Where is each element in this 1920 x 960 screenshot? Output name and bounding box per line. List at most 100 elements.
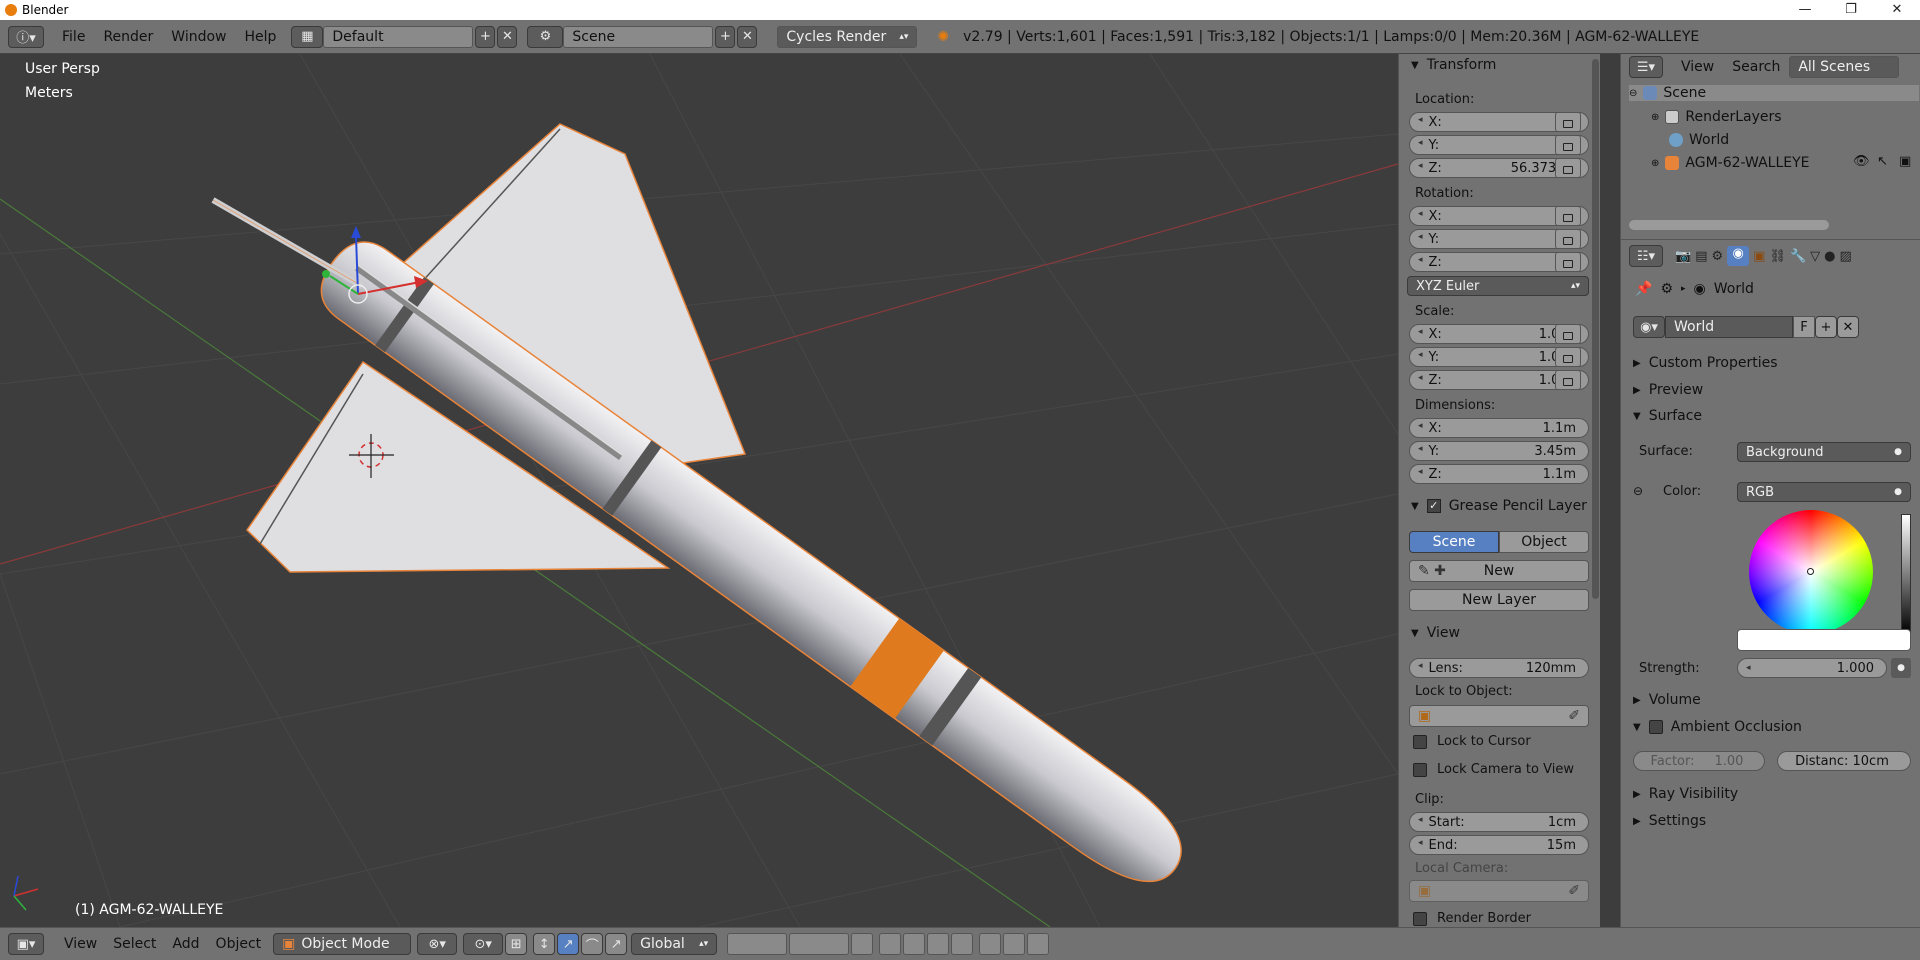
world-browse-icon[interactable]: ◉▾ (1633, 316, 1665, 338)
dimensions-z-field[interactable]: ◂ Z: 1.1m (1409, 464, 1589, 484)
checkmark-icon[interactable]: ✓ (1426, 499, 1441, 513)
lock-icon[interactable] (1555, 347, 1581, 367)
remove-scene-icon[interactable]: ✕ (737, 25, 758, 48)
add-layout-icon[interactable]: + (475, 25, 496, 48)
snap-magnet-icon[interactable] (903, 933, 926, 955)
rotation-mode-select[interactable]: XYZ Euler ▴▾ (1407, 276, 1589, 296)
lock-icon[interactable] (1555, 229, 1581, 249)
ambient-occlusion-header[interactable]: ▼ Ambient Occlusion (1633, 719, 1802, 735)
editor-type-info-icon[interactable]: ⓘ▾ (8, 25, 44, 48)
color-wheel[interactable] (1749, 510, 1873, 634)
scene-tab-icon[interactable]: ⚙ (1711, 249, 1723, 264)
lock-icon[interactable] (1555, 112, 1581, 132)
color-mode-select[interactable]: RGB ● (1737, 482, 1911, 502)
snap-target-icon[interactable] (951, 933, 974, 955)
lock-icon[interactable] (1555, 135, 1581, 155)
menu-help[interactable]: Help (244, 29, 276, 45)
clip-end-field[interactable]: ◂ End: 15m (1409, 835, 1589, 855)
render-camera-icon[interactable]: ▣ (1899, 154, 1911, 169)
cursor-select-icon[interactable]: ↖ (1877, 154, 1888, 169)
world-name-field[interactable]: World (1665, 316, 1793, 338)
outliner-search-menu[interactable]: Search (1732, 59, 1780, 75)
layers-group-2[interactable] (789, 933, 850, 955)
lock-camera-checkbox[interactable]: Lock Camera to View (1413, 762, 1574, 777)
volume-header[interactable]: ▶ Volume (1633, 692, 1701, 708)
render-layers-tab-icon[interactable]: ▤ (1695, 249, 1707, 264)
remove-world-icon[interactable]: ✕ (1837, 316, 1859, 338)
outliner-scrollbar[interactable] (1629, 220, 1829, 230)
strength-link-icon[interactable]: ● (1891, 658, 1911, 678)
lock-icon[interactable] (1555, 206, 1581, 226)
manipulator-toggle-icon[interactable]: ⊞ (505, 933, 528, 955)
render-preview-icon[interactable] (979, 933, 1002, 955)
outliner-item-scene[interactable]: ⊖ Scene (1629, 85, 1919, 101)
transform-orientation-select[interactable]: Global ▴▾ (631, 933, 718, 955)
ray-visibility-header[interactable]: ▶ Ray Visibility (1633, 786, 1738, 802)
interaction-mode-select[interactable]: ▣ Object Mode (273, 933, 412, 955)
eye-icon[interactable]: 👁 (1853, 154, 1870, 169)
lock-icon[interactable] (1555, 324, 1581, 344)
add-scene-icon[interactable]: + (715, 25, 736, 48)
view-panel-header[interactable]: ▼ View (1399, 622, 1594, 644)
menu-render[interactable]: Render (103, 29, 153, 45)
outliner-filter-select[interactable]: All Scenes (1789, 56, 1900, 78)
grease-scene-tab[interactable]: Scene (1409, 531, 1499, 553)
layers-group-1[interactable] (727, 933, 788, 955)
outliner-editor-type-icon[interactable]: ☰▾ (1629, 56, 1663, 78)
translate-manipulator-icon[interactable]: ↕ (533, 933, 556, 955)
lock-icon[interactable] (1555, 370, 1581, 390)
constraints-tab-icon[interactable]: ⛓ (1769, 249, 1786, 264)
outliner-item-walleye[interactable]: ⊕ AGM-62-WALLEYE (1651, 155, 1810, 171)
object-tab-icon[interactable]: ▣ (1753, 249, 1765, 264)
value-slider[interactable] (1901, 514, 1911, 634)
layout-browse-icon[interactable]: ▦ (291, 25, 324, 48)
properties-editor-type-icon[interactable]: ☷▾ (1629, 245, 1663, 267)
strength-field[interactable]: ◂ 1.000 (1737, 658, 1887, 678)
data-tab-icon[interactable]: ▽ (1810, 249, 1820, 264)
render-tab-icon[interactable]: 📷 (1675, 249, 1691, 264)
menu-view[interactable]: View (64, 936, 97, 952)
maximize-button[interactable]: ❐ (1828, 0, 1874, 20)
remove-layout-icon[interactable]: ✕ (497, 25, 518, 48)
render-border-checkbox[interactable]: Render Border (1413, 911, 1531, 926)
grease-pencil-panel-header[interactable]: ▼ ✓ Grease Pencil Layer (1399, 495, 1594, 517)
render-engine-select[interactable]: Cycles Render ▴▾ (777, 25, 918, 48)
menu-object[interactable]: Object (216, 936, 262, 952)
pin-icon[interactable]: 📌 (1635, 281, 1652, 297)
ao-checkbox[interactable] (1648, 720, 1663, 734)
preview-header[interactable]: ▶ Preview (1633, 382, 1703, 398)
dimensions-x-field[interactable]: ◂ X: 1.1m (1409, 418, 1589, 438)
transform-panel-header[interactable]: ▼ Transform (1399, 54, 1594, 76)
custom-properties-header[interactable]: ▶ Custom Properties (1633, 355, 1778, 371)
add-world-icon[interactable]: + (1815, 316, 1837, 338)
scene-field[interactable]: Scene (563, 25, 714, 48)
screen-layout-field[interactable]: Default (323, 25, 474, 48)
surface-header[interactable]: ▼ Surface (1633, 408, 1702, 424)
settings-header[interactable]: ▶ Settings (1633, 813, 1706, 829)
modifiers-tab-icon[interactable]: 🔧 (1790, 249, 1806, 264)
outliner-item-renderlayers[interactable]: ⊕ RenderLayers (1651, 109, 1782, 125)
grease-object-tab[interactable]: Object (1499, 531, 1589, 553)
proportional-edit-icon[interactable] (879, 933, 902, 955)
new-layer-button[interactable]: New Layer (1409, 589, 1589, 611)
rotate-manipulator-icon[interactable]: ↗ (557, 933, 580, 955)
menu-add[interactable]: Add (172, 936, 199, 952)
clip-start-field[interactable]: ◂ Start: 1cm (1409, 812, 1589, 832)
surface-shader-select[interactable]: Background ● (1737, 442, 1911, 462)
menu-select[interactable]: Select (113, 936, 156, 952)
texture-tab-icon[interactable]: ▨ (1839, 249, 1851, 264)
scene-browse-icon[interactable]: ⚙ (527, 25, 564, 48)
dimensions-y-field[interactable]: ◂ Y: 3.45m (1409, 441, 1589, 461)
menu-window[interactable]: Window (171, 29, 226, 45)
material-tab-icon[interactable]: ● (1824, 249, 1835, 264)
lens-field[interactable]: ◂ Lens: 120mm (1409, 658, 1589, 678)
viewport-shading-icon[interactable]: ⊗▾ (417, 933, 458, 955)
eyedropper-icon[interactable]: ✐ (1568, 883, 1580, 899)
world-tab-icon[interactable]: ◉ (1727, 246, 1750, 266)
eyedropper-icon[interactable]: ✐ (1568, 708, 1580, 724)
shelf-scrollbar[interactable] (1592, 59, 1599, 599)
opengl-anim-icon[interactable] (1027, 933, 1050, 955)
lock-icon[interactable] (1555, 158, 1581, 178)
unlink-icon[interactable]: ⊖ (1633, 484, 1643, 498)
pivot-point-icon[interactable]: ⊙▾ (463, 933, 504, 955)
